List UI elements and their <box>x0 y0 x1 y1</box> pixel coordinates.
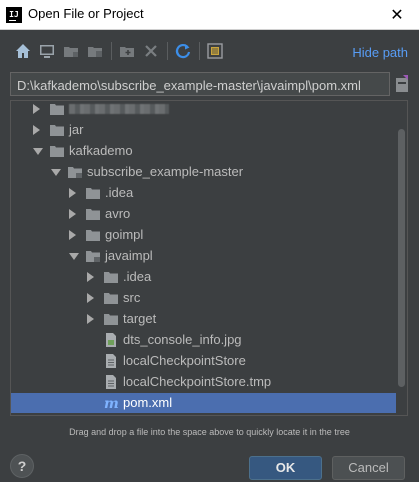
folder-icon <box>104 314 118 325</box>
chevron-right-icon[interactable] <box>69 209 76 219</box>
folder-icon <box>104 272 118 283</box>
chevron-right-icon[interactable] <box>87 293 94 303</box>
home-icon[interactable] <box>14 42 32 60</box>
module-folder-icon[interactable] <box>86 42 104 60</box>
project-folder-icon <box>86 251 100 262</box>
tree-row-label: pom.xml <box>123 395 173 410</box>
tree-row[interactable]: .idea <box>11 267 396 287</box>
close-button[interactable]: ✕ <box>385 3 409 27</box>
chevron-right-icon[interactable] <box>69 230 76 240</box>
folder-icon <box>50 146 64 157</box>
folder-icon <box>86 188 100 199</box>
tree-row-label: target <box>123 311 157 326</box>
redacted-label <box>69 104 169 114</box>
toolbar-separator <box>167 42 168 60</box>
tree-row-label: goimpl <box>105 227 144 242</box>
tree-row-label: avro <box>105 206 131 221</box>
chevron-right-icon[interactable] <box>69 188 76 198</box>
new-folder-icon[interactable] <box>118 42 136 60</box>
text-file-icon <box>106 354 116 368</box>
folder-icon <box>50 104 64 115</box>
chevron-down-icon[interactable] <box>69 253 79 260</box>
path-input[interactable] <box>10 72 390 96</box>
tree-row-label: .idea <box>123 269 152 284</box>
folder-icon <box>50 125 64 136</box>
cancel-button[interactable]: Cancel <box>332 456 405 480</box>
toolbar: Hide path <box>0 38 419 66</box>
window-title: Open File or Project <box>28 6 144 21</box>
tree-row[interactable]: jar <box>11 120 396 140</box>
tree-row-label: localCheckpointStore <box>123 353 246 368</box>
tree-row-label: src <box>123 290 141 305</box>
project-folder-icon[interactable] <box>62 42 80 60</box>
chevron-right-icon[interactable] <box>87 272 94 282</box>
toolbar-separator <box>199 42 200 60</box>
text-file-icon <box>106 375 116 389</box>
desktop-icon[interactable] <box>38 42 56 60</box>
tree-row[interactable]: goimpl <box>11 225 396 245</box>
tree-row[interactable]: dts_console_info.jpg <box>11 330 396 350</box>
tree-row-label <box>69 101 169 117</box>
tree-row-label: dts_console_info.jpg <box>123 332 242 347</box>
tree-scrollbar[interactable] <box>398 129 405 387</box>
tree-row-label: localCheckpointStore.tmp <box>123 374 272 389</box>
image-file-icon <box>106 333 116 347</box>
help-button[interactable]: ? <box>10 454 34 478</box>
folder-icon <box>86 209 100 220</box>
tree-row[interactable]: .idea <box>11 183 396 203</box>
tree-row[interactable]: javaimpl <box>11 246 396 266</box>
title-bar: IJ Open File or Project ✕ <box>0 0 419 30</box>
tree-row[interactable]: kafkademo <box>11 141 396 161</box>
tree-row-label: javaimpl <box>105 248 153 263</box>
project-folder-icon <box>68 167 82 178</box>
toolbar-separator <box>111 42 112 60</box>
tree-row[interactable]: localCheckpointStore <box>11 351 396 371</box>
ok-button[interactable]: OK <box>249 456 322 480</box>
tree-row[interactable]: subscribe_example-master <box>11 162 396 182</box>
folder-icon <box>104 293 118 304</box>
delete-icon[interactable] <box>142 42 160 60</box>
tree-row[interactable]: m pom.xml <box>11 393 396 413</box>
maven-file-icon: m <box>104 396 119 411</box>
path-history-icon[interactable] <box>394 74 410 94</box>
chevron-right-icon[interactable] <box>33 125 40 135</box>
drag-drop-hint: Drag and drop a file into the space abov… <box>69 427 350 437</box>
tree-row-label: kafkademo <box>69 143 133 158</box>
chevron-right-icon[interactable] <box>87 314 94 324</box>
tree-row[interactable]: target <box>11 309 396 329</box>
tree-row-label: subscribe_example-master <box>87 164 244 179</box>
tree-row[interactable]: avro <box>11 204 396 224</box>
refresh-icon[interactable] <box>174 42 192 60</box>
intellij-app-icon: IJ <box>6 7 22 23</box>
tree-row[interactable]: src <box>11 288 396 308</box>
file-tree[interactable]: jar kafkademo subscribe_example-master .ide… <box>10 100 408 416</box>
show-hidden-icon[interactable] <box>206 42 224 60</box>
chevron-down-icon[interactable] <box>33 148 43 155</box>
tree-row-label: .idea <box>105 185 134 200</box>
folder-icon <box>86 230 100 241</box>
tree-row[interactable]: localCheckpointStore.tmp <box>11 372 396 392</box>
svg-text:m: m <box>104 396 119 411</box>
chevron-right-icon[interactable] <box>33 104 40 114</box>
tree-row-label: jar <box>69 122 84 137</box>
hide-path-link[interactable]: Hide path <box>352 45 408 60</box>
tree-row[interactable] <box>11 101 396 119</box>
chevron-down-icon[interactable] <box>51 169 61 176</box>
